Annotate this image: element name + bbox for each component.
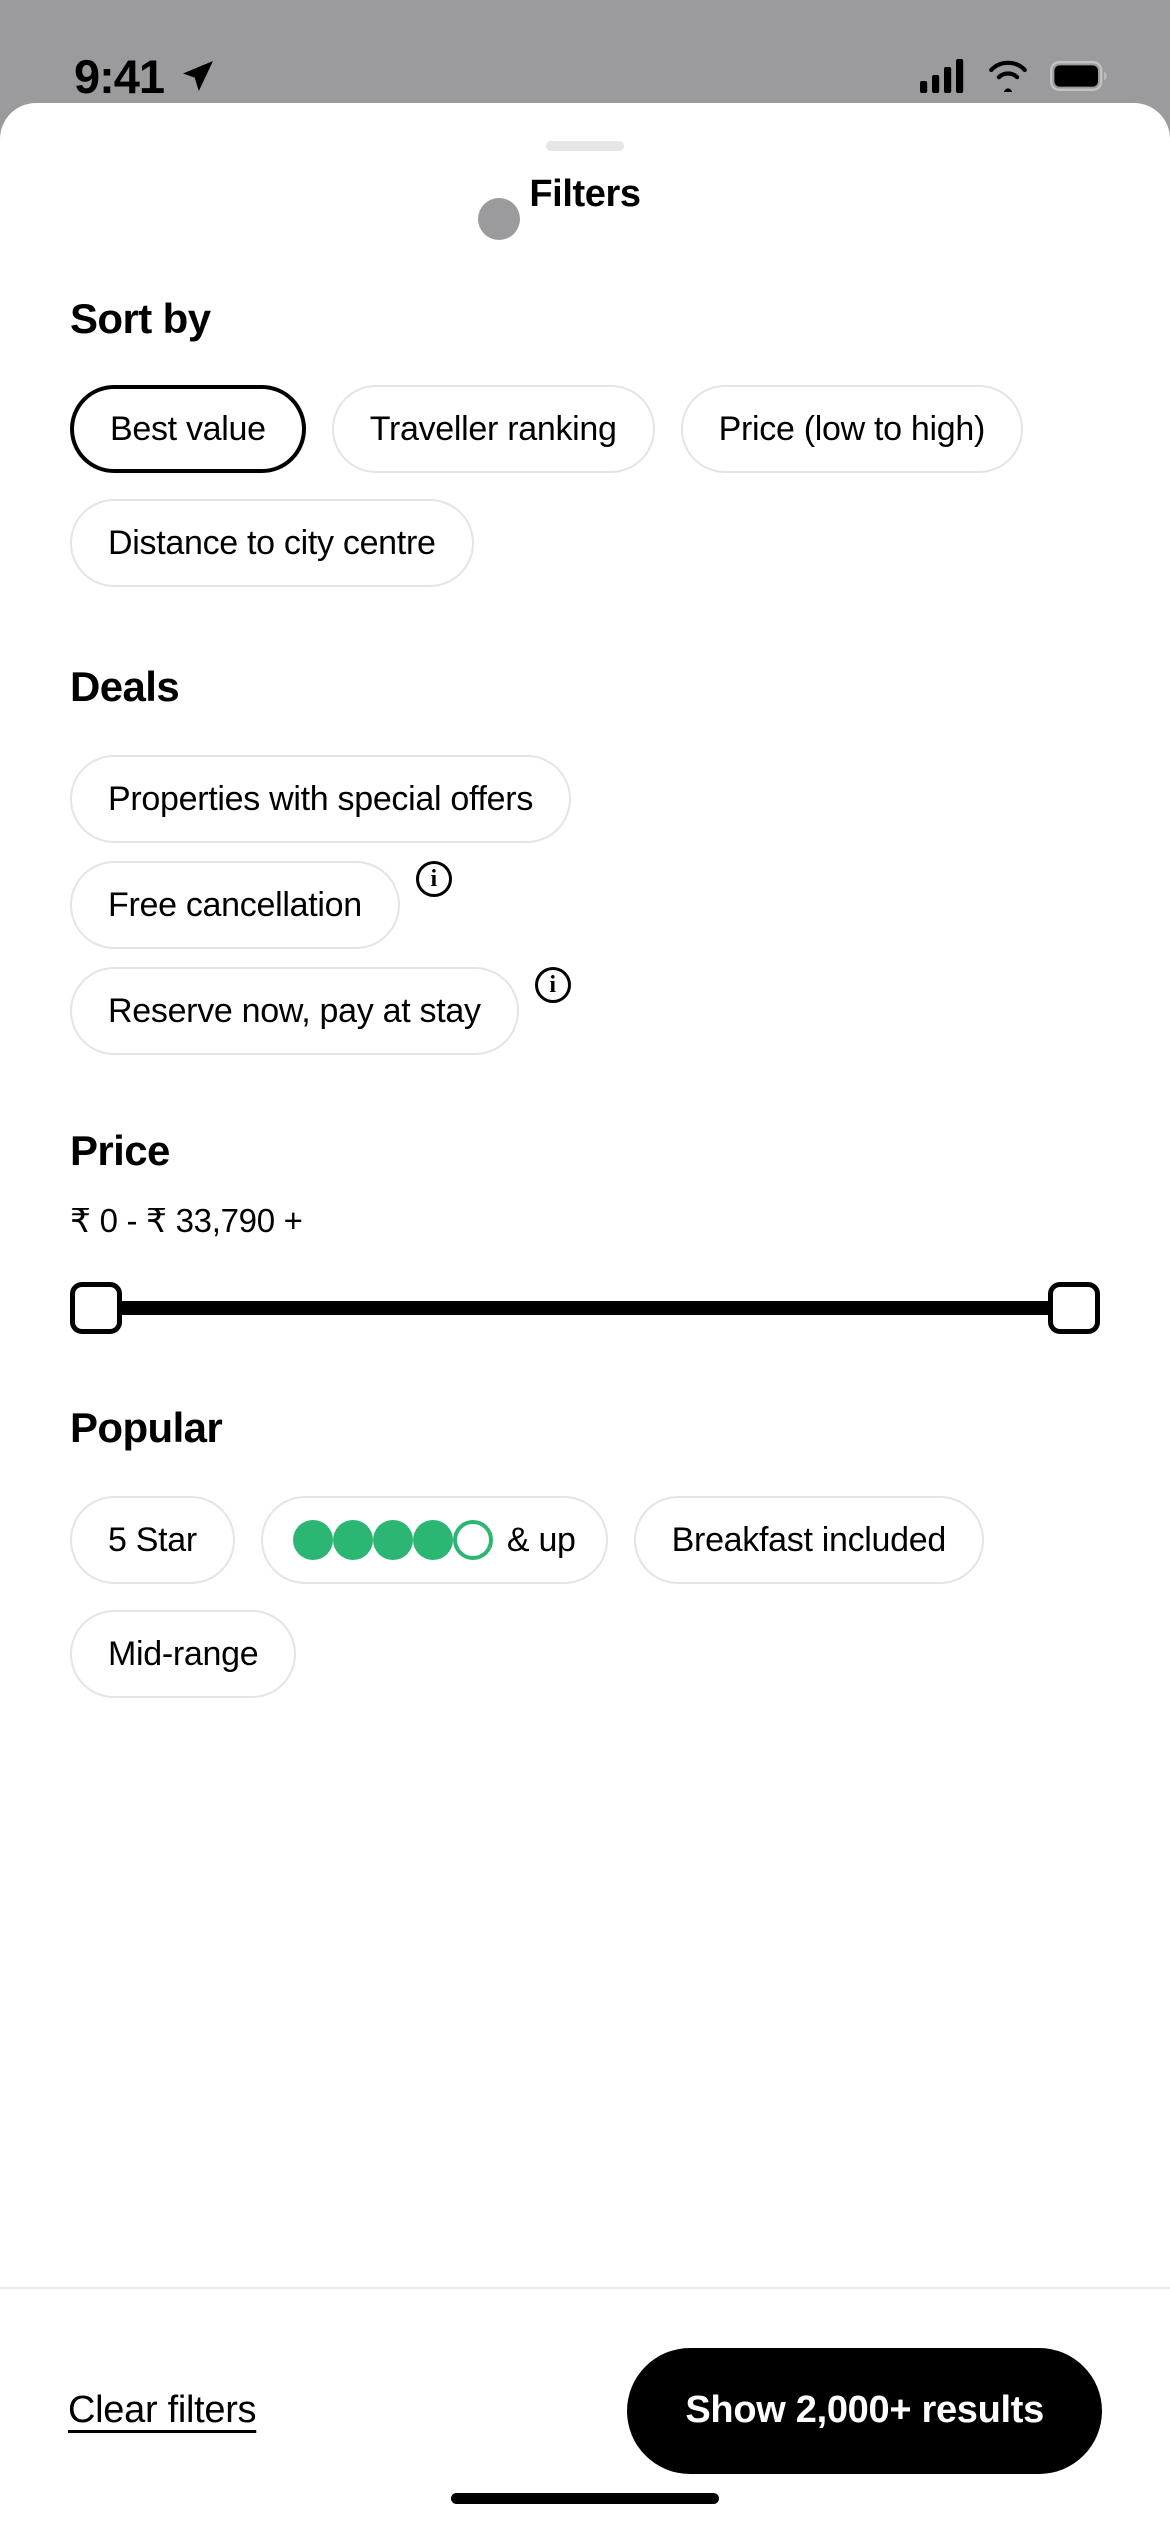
popular-chip-group: 5 Star & up Breakfast included Mid-range xyxy=(70,1496,1100,1698)
sheet-grab-handle[interactable] xyxy=(546,141,624,151)
section-title-sort-by: Sort by xyxy=(70,295,211,342)
section-title-deals: Deals xyxy=(70,663,180,710)
popular-chip-breakfast-included[interactable]: Breakfast included xyxy=(633,1496,984,1584)
rating-dot-filled xyxy=(332,1520,373,1560)
price-range-slider[interactable] xyxy=(70,1280,1100,1336)
touch-indicator-dot xyxy=(478,198,520,240)
home-indicator xyxy=(451,2493,719,2504)
status-clock: 9:41 xyxy=(74,49,165,103)
sort-by-chip-group: Best value Traveller ranking Price (low … xyxy=(70,385,1100,587)
info-icon[interactable]: i xyxy=(534,967,571,1003)
rating-dots xyxy=(292,1520,493,1560)
status-bar-left: 9:41 xyxy=(74,49,218,104)
battery-icon xyxy=(1050,61,1107,91)
deal-chip-reserve-now-pay-at-stay[interactable]: Reserve now, pay at stay xyxy=(70,967,519,1055)
section-deals: Deals Properties with special offers Fre… xyxy=(70,663,1100,1055)
sort-chip-traveller-ranking[interactable]: Traveller ranking xyxy=(331,385,655,473)
deals-chip-group: Properties with special offers Free canc… xyxy=(70,755,1100,1055)
rating-and-up-label: & up xyxy=(506,1520,576,1559)
info-icon[interactable]: i xyxy=(415,861,452,897)
rating-dot-filled xyxy=(412,1520,453,1560)
filters-scroll-area[interactable]: Sort by Best value Traveller ranking Pri… xyxy=(0,273,1170,1698)
clear-filters-button[interactable]: Clear filters xyxy=(68,2389,257,2432)
location-arrow-icon xyxy=(183,61,214,91)
price-range-label: ₹ 0 - ₹ 33,790 + xyxy=(70,1202,303,1239)
slider-track xyxy=(92,1301,1078,1315)
rating-dot-empty xyxy=(452,1520,493,1560)
deal-row-special-offers: Properties with special offers xyxy=(70,755,572,843)
page-title: Filters xyxy=(529,173,641,215)
popular-chip-5-star[interactable]: 5 Star xyxy=(70,1496,235,1584)
rating-dot-filled xyxy=(372,1520,413,1560)
rating-dot-filled xyxy=(292,1520,333,1560)
section-sort-by: Sort by Best value Traveller ranking Pri… xyxy=(70,295,1100,587)
deal-chip-free-cancellation[interactable]: Free cancellation xyxy=(70,861,400,949)
section-title-price: Price xyxy=(70,1127,170,1174)
slider-handle-min[interactable] xyxy=(70,1282,122,1334)
section-price: Price ₹ 0 - ₹ 33,790 + xyxy=(70,1127,1100,1336)
cellular-signal-icon xyxy=(920,59,964,93)
deal-row-free-cancellation: Free cancellation i xyxy=(70,861,452,949)
deal-chip-special-offers[interactable]: Properties with special offers xyxy=(70,755,572,843)
deal-row-reserve-now: Reserve now, pay at stay i xyxy=(70,967,571,1055)
show-results-button[interactable]: Show 2,000+ results xyxy=(627,2347,1102,2474)
sort-chip-price-low-to-high[interactable]: Price (low to high) xyxy=(680,385,1024,473)
wifi-icon xyxy=(989,60,1027,92)
popular-chip-rating-4-and-up[interactable]: & up xyxy=(260,1496,608,1584)
filters-bottom-sheet: Filters Sort by Best value Traveller ran… xyxy=(0,103,1170,2532)
sort-chip-distance-to-city-centre[interactable]: Distance to city centre xyxy=(70,499,474,587)
section-popular: Popular 5 Star & up Breakfast included M… xyxy=(70,1404,1100,1698)
section-title-popular: Popular xyxy=(70,1404,223,1451)
sort-chip-best-value[interactable]: Best value xyxy=(70,385,306,473)
slider-handle-max[interactable] xyxy=(1048,1282,1100,1334)
popular-chip-mid-range[interactable]: Mid-range xyxy=(70,1610,297,1698)
status-bar-right xyxy=(920,59,1108,93)
